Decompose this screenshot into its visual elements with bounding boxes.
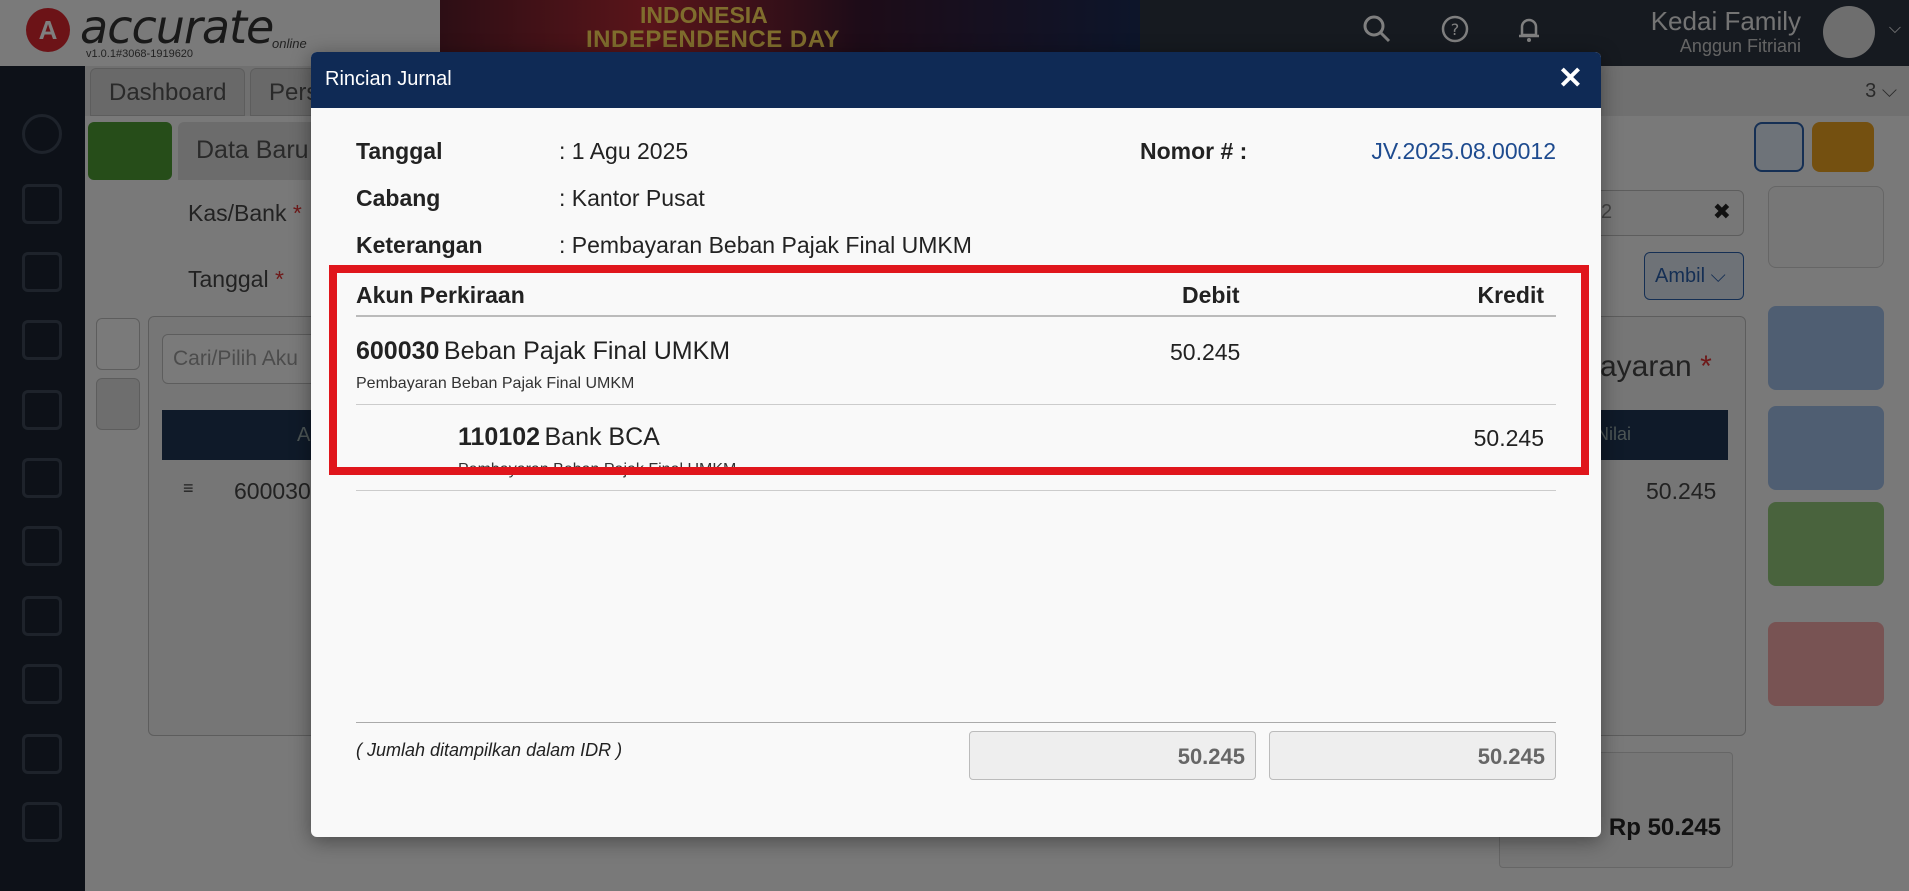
tanggal-label: Tanggal (356, 138, 443, 164)
nomor-value-link[interactable]: JV.2025.08.00012 (1371, 138, 1556, 165)
total-kredit-field: 50.245 (1269, 731, 1556, 780)
footer-divider (356, 722, 1556, 723)
modal-title: Rincian Jurnal (325, 68, 452, 90)
cabang-value: : Kantor Pusat (559, 185, 705, 211)
close-icon[interactable]: ✕ (1558, 62, 1583, 96)
currency-note: ( Jumlah ditampilkan dalam IDR ) (356, 740, 623, 760)
rincian-jurnal-modal: Rincian Jurnal ✕ Tanggal : 1 Agu 2025 Ca… (311, 52, 1601, 837)
total-debit-field: 50.245 (969, 731, 1256, 780)
cabang-label: Cabang (356, 185, 441, 211)
keterangan-label: Keterangan (356, 232, 483, 258)
modal-header: Rincian Jurnal ✕ (311, 52, 1601, 108)
tanggal-value: : 1 Agu 2025 (559, 138, 689, 164)
keterangan-value: : Pembayaran Beban Pajak Final UMKM (559, 232, 972, 258)
nomor-label: Nomor # : (1140, 138, 1248, 164)
highlight-box (329, 265, 1589, 475)
